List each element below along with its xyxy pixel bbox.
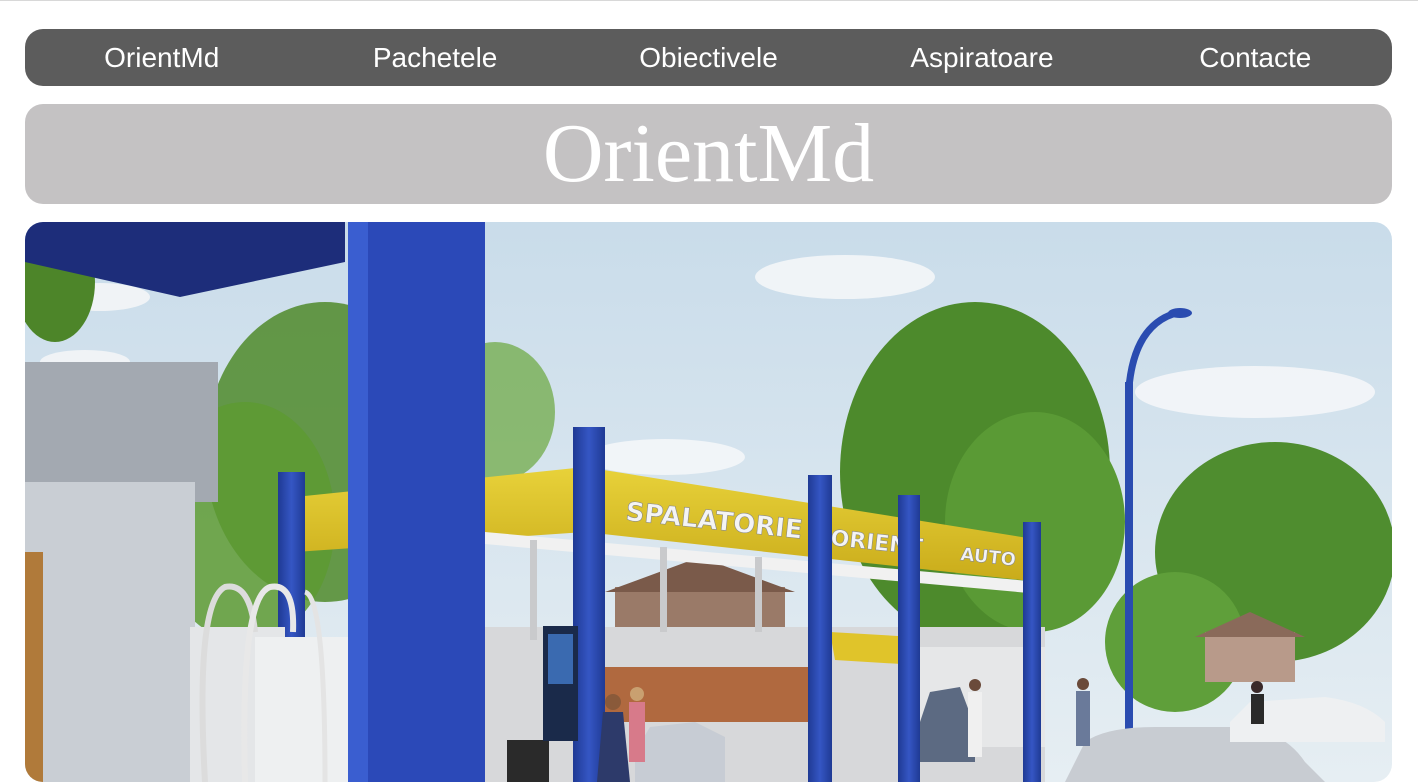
trash-bin [507,740,549,782]
page-title: OrientMd [542,107,875,200]
main-navigation: OrientMd Pachetele Obiectivele Aspiratoa… [25,29,1392,86]
hero-image: SPALATORIE ORIENT AUTO [25,222,1392,782]
nav-item-pachetele[interactable]: Pachetele [298,29,571,86]
top-divider [0,0,1418,1]
left-building [25,362,218,782]
nav-item-obiectivele[interactable]: Obiectivele [572,29,845,86]
front-pillar [348,222,485,782]
car-wash-illustration: SPALATORIE ORIENT AUTO [25,222,1392,782]
nav-item-contacte[interactable]: Contacte [1119,29,1392,86]
nav-item-orientmd[interactable]: OrientMd [25,29,298,86]
nav-item-aspiratoare[interactable]: Aspiratoare [845,29,1118,86]
title-banner: OrientMd [25,104,1392,204]
